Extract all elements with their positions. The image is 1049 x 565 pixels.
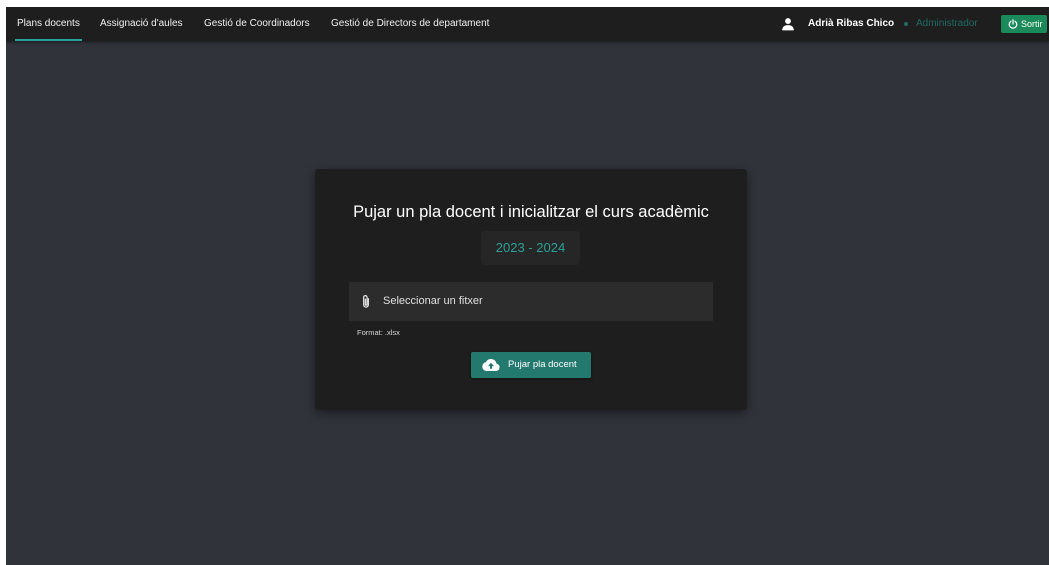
- power-icon: [1008, 19, 1018, 29]
- top-navbar: Plans docents Assignació d'aules Gestió …: [6, 7, 1049, 41]
- academic-year-badge: 2023 - 2024: [481, 231, 580, 265]
- tab-label: Gestió de Directors de departament: [331, 18, 490, 29]
- tab-gestio-coordinadors[interactable]: Gestió de Coordinadors: [204, 7, 310, 41]
- person-icon: [782, 18, 794, 31]
- tab-label: Plans docents: [17, 18, 80, 29]
- active-tab-indicator: [15, 39, 82, 41]
- upload-plan-button[interactable]: Pujar pla docent: [471, 352, 591, 378]
- tab-label: Gestió de Coordinadors: [204, 18, 310, 29]
- upload-card: Pujar un pla docent i inicialitzar el cu…: [315, 169, 747, 410]
- user-role: Administrador: [916, 18, 978, 29]
- paperclip-icon: [363, 295, 369, 308]
- tab-gestio-directors[interactable]: Gestió de Directors de departament: [331, 7, 489, 41]
- card-title: Pujar un pla docent i inicialitzar el cu…: [353, 203, 709, 221]
- file-input-placeholder: Seleccionar un fitxer: [383, 295, 483, 307]
- user-name: Adrià Ribas Chico: [808, 18, 895, 29]
- file-select-input[interactable]: Seleccionar un fitxer: [349, 282, 713, 321]
- logout-button[interactable]: Sortir: [1001, 15, 1047, 33]
- tab-plans-docents[interactable]: Plans docents: [15, 7, 82, 41]
- tab-assignacio-aules[interactable]: Assignació d'aules: [100, 7, 183, 41]
- app-window: Plans docents Assignació d'aules Gestió …: [6, 7, 1049, 565]
- role-separator-dot: [904, 22, 908, 26]
- format-hint: Format: .xlsx: [357, 328, 400, 337]
- cloud-upload-icon: [482, 359, 500, 371]
- tab-label: Assignació d'aules: [100, 18, 183, 29]
- logout-label: Sortir: [1021, 19, 1043, 29]
- upload-button-label: Pujar pla docent: [508, 359, 577, 370]
